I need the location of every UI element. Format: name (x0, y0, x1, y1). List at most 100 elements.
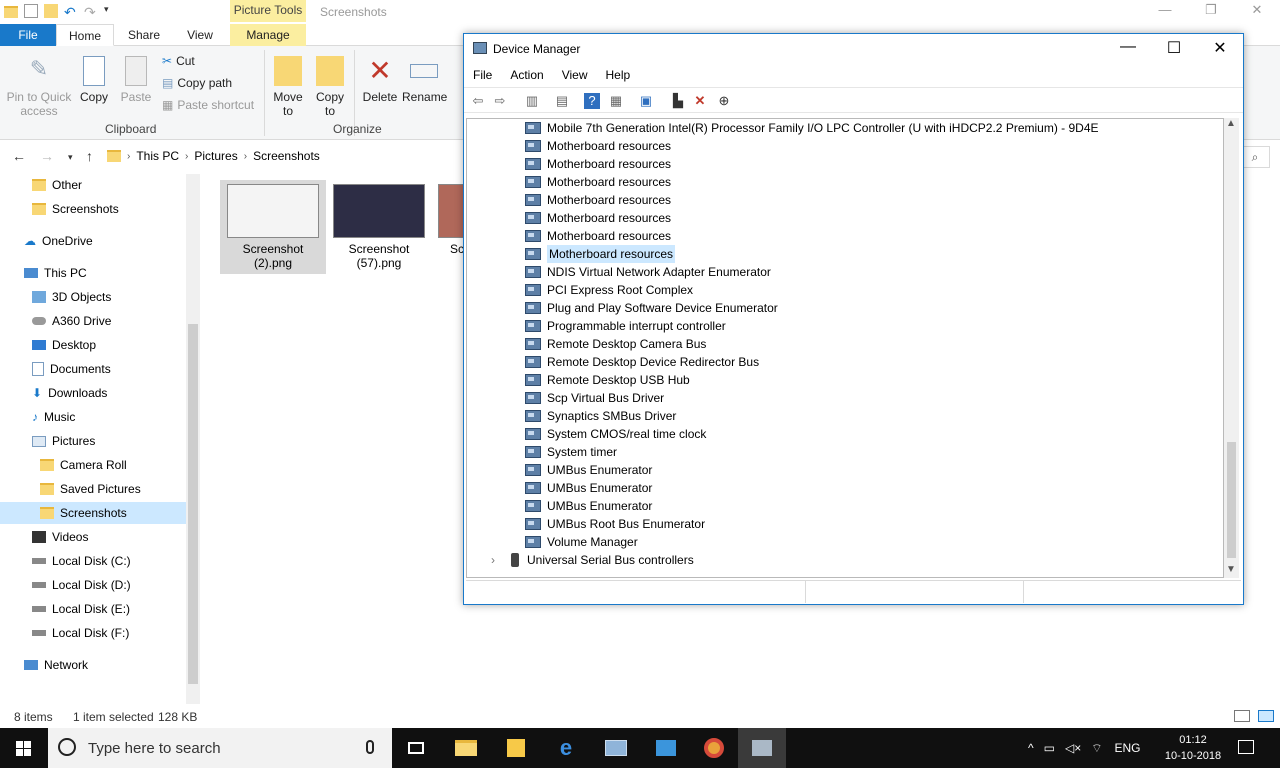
tree-scrollbar[interactable]: ▲ ▼ (1224, 118, 1239, 578)
tree-item-device[interactable]: Synaptics SMBus Driver (525, 407, 676, 425)
file-thumbnail[interactable]: Sc (432, 180, 464, 274)
scroll-down-icon[interactable]: ▼ (1226, 564, 1236, 575)
tab-manage[interactable]: Manage (230, 24, 306, 46)
tree-item-device[interactable]: System CMOS/real time clock (525, 425, 706, 443)
nav-item-screenshots-quick[interactable]: Screenshots (32, 198, 119, 220)
nav-item-documents[interactable]: Documents (32, 358, 111, 380)
nav-item-a360-drive[interactable]: A360 Drive (32, 310, 111, 332)
nav-item-screenshots[interactable]: Screenshots (0, 502, 186, 524)
large-icons-view-icon[interactable] (1258, 710, 1274, 722)
scroll-up-icon[interactable]: ▲ (1226, 118, 1236, 129)
up-icon[interactable]: ↑ (86, 148, 93, 164)
tree-item-device[interactable]: UMBus Enumerator (525, 461, 652, 479)
disable-device-icon[interactable]: ⊕ (716, 93, 732, 109)
action-center-icon[interactable] (1238, 740, 1254, 754)
chrome-taskbar-button[interactable] (690, 728, 738, 768)
breadcrumb-screenshots[interactable]: Screenshots (253, 149, 320, 163)
file-thumbnail[interactable]: Screenshot (2).png (220, 180, 326, 274)
file-thumbnail[interactable]: Screenshot (57).png (326, 180, 432, 274)
nav-item-onedrive[interactable]: ☁ OneDrive (24, 230, 93, 252)
properties-icon[interactable] (24, 4, 38, 18)
expand-chevron-icon[interactable]: › (491, 551, 505, 569)
tree-item-device[interactable]: UMBus Enumerator (525, 479, 652, 497)
paste-shortcut-button[interactable]: ▦ Paste shortcut (162, 98, 254, 112)
tree-item-device[interactable]: UMBus Enumerator (525, 497, 652, 515)
tree-item-device[interactable]: Remote Desktop USB Hub (525, 371, 690, 389)
tree-category-usb[interactable]: › Universal Serial Bus controllers (491, 551, 694, 569)
nav-item-videos[interactable]: Videos (32, 526, 88, 548)
tab-file[interactable]: File (0, 24, 56, 46)
tree-item-device[interactable]: Motherboard resources (525, 209, 671, 227)
tree-item-device[interactable]: Motherboard resources (525, 155, 671, 173)
remote-desktop-taskbar-button[interactable] (592, 728, 640, 768)
device-manager-taskbar-button[interactable] (738, 728, 786, 768)
back-icon[interactable]: ← (12, 148, 26, 164)
menu-view[interactable]: View (553, 68, 597, 82)
tree-item-device[interactable]: NDIS Virtual Network Adapter Enumerator (525, 263, 771, 281)
action-pane-icon[interactable]: ▦ (608, 93, 624, 109)
tree-item-device[interactable]: Motherboard resources (525, 137, 671, 155)
copy-path-button[interactable]: ▤ Copy path (162, 76, 232, 90)
new-folder-icon[interactable] (44, 4, 58, 18)
clock[interactable]: 01:12 10-10-2018 (1160, 732, 1226, 764)
nav-item-music[interactable]: ♪ Music (32, 406, 75, 428)
tab-home[interactable]: Home (56, 24, 114, 46)
taskbar-search-box[interactable]: Type here to search (48, 728, 392, 768)
minimize-button[interactable]: — (1105, 38, 1151, 60)
undo-icon[interactable]: ↶ (64, 4, 78, 20)
tree-item-device[interactable]: Motherboard resources (525, 173, 671, 191)
breadcrumb-this-pc[interactable]: This PC (136, 149, 179, 163)
nav-item-desktop[interactable]: Desktop (32, 334, 96, 356)
tree-item-device[interactable]: Plug and Play Software Device Enumerator (525, 299, 778, 317)
tree-item-device-selected[interactable]: Motherboard resources (525, 245, 676, 263)
volume-muted-icon[interactable]: ◁× (1065, 741, 1081, 755)
forward-icon[interactable]: ⇨ (492, 93, 508, 109)
back-icon[interactable]: ⇦ (470, 93, 486, 109)
nav-scrollbar-thumb[interactable] (188, 324, 198, 684)
tree-item-device[interactable]: Remote Desktop Camera Bus (525, 335, 706, 353)
delete-button[interactable]: ✕ Delete (360, 56, 400, 105)
tree-item-device[interactable]: Scp Virtual Bus Driver (525, 389, 664, 407)
copy-button[interactable]: Copy (76, 56, 112, 104)
uninstall-device-icon[interactable]: ✕ (692, 93, 708, 109)
redo-icon[interactable]: ↷ (84, 4, 98, 20)
search-icon[interactable]: ⌕ (1240, 146, 1270, 168)
breadcrumb-pictures[interactable]: Pictures (194, 149, 237, 163)
tree-item-device[interactable]: Motherboard resources (525, 191, 671, 209)
maximize-button[interactable]: ❐ (1188, 2, 1234, 22)
nav-item-local-disk-f[interactable]: Local Disk (F:) (32, 622, 129, 644)
close-button[interactable]: ✕ (1234, 2, 1280, 22)
close-button[interactable]: ✕ (1197, 38, 1243, 60)
tab-view[interactable]: View (172, 24, 228, 46)
rename-button[interactable]: Rename (402, 56, 447, 104)
show-hidden-icons-icon[interactable]: ^ (1028, 741, 1034, 755)
tree-item-device[interactable]: UMBus Root Bus Enumerator (525, 515, 705, 533)
wifi-icon[interactable]: ⌔ (1091, 741, 1102, 756)
show-hide-console-tree-icon[interactable]: ▥ (524, 93, 540, 109)
customize-qat-icon[interactable]: ▾ (104, 4, 118, 18)
maximize-button[interactable]: ☐ (1151, 38, 1197, 60)
menu-action[interactable]: Action (501, 68, 552, 82)
tree-item-device[interactable]: Volume Manager (525, 533, 638, 551)
tab-share[interactable]: Share (116, 24, 172, 46)
control-panel-taskbar-button[interactable] (642, 728, 690, 768)
battery-icon[interactable]: ▭ (1044, 741, 1055, 755)
sticky-notes-taskbar-button[interactable] (492, 728, 540, 768)
help-icon[interactable]: ? (584, 93, 600, 109)
details-view-icon[interactable] (1234, 710, 1250, 722)
tree-item-device[interactable]: System timer (525, 443, 617, 461)
pin-quick-access-button[interactable]: ✎ Pin to Quick access (4, 56, 74, 118)
start-button[interactable] (0, 728, 48, 768)
edge-taskbar-button[interactable]: e (542, 728, 590, 768)
nav-item-pictures[interactable]: Pictures (32, 430, 95, 452)
tree-item-device[interactable]: Programmable interrupt controller (525, 317, 726, 335)
tree-item-device[interactable]: PCI Express Root Complex (525, 281, 693, 299)
menu-help[interactable]: Help (597, 68, 640, 82)
nav-item-saved-pictures[interactable]: Saved Pictures (40, 478, 141, 500)
nav-item-camera-roll[interactable]: Camera Roll (40, 454, 127, 476)
file-explorer-taskbar-button[interactable] (442, 728, 490, 768)
tree-item-device[interactable]: Remote Desktop Device Redirector Bus (525, 353, 759, 371)
nav-item-network[interactable]: Network (24, 654, 88, 676)
minimize-button[interactable]: — (1142, 2, 1188, 22)
properties-icon[interactable]: ▤ (554, 93, 570, 109)
